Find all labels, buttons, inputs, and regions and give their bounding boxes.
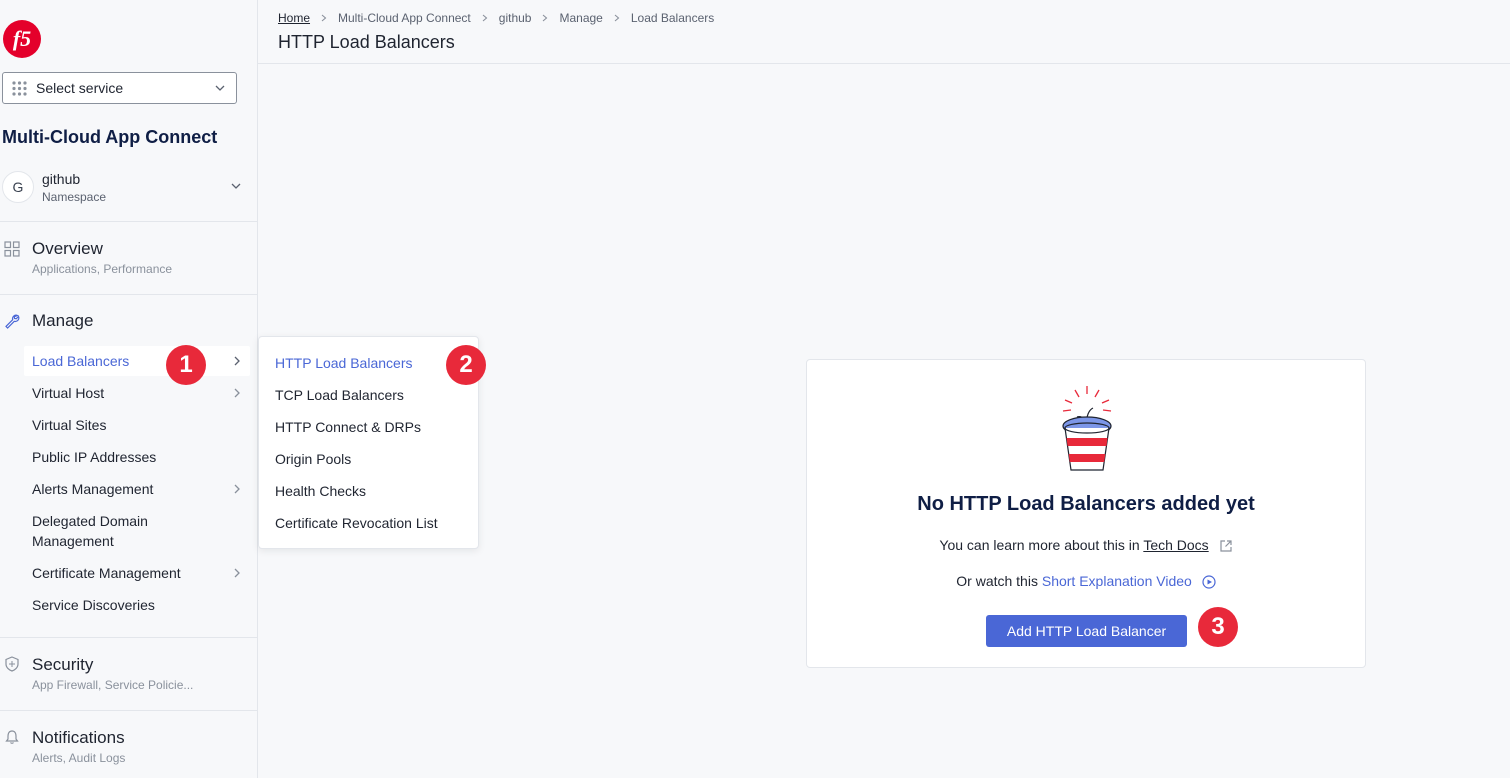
play-circle-icon[interactable]: [1202, 575, 1216, 589]
chevron-right-icon: [234, 484, 240, 494]
sidebar-item-label: Service Discoveries: [32, 597, 155, 613]
wrench-icon: [5, 314, 20, 329]
callout-badge-1: 1: [166, 345, 206, 385]
namespace-name: github: [42, 171, 81, 187]
grid-icon: [4, 241, 20, 257]
apps-grid-icon: [12, 80, 27, 96]
submenu-item-health-checks[interactable]: Health Checks: [275, 483, 366, 499]
app-title: Multi-Cloud App Connect: [2, 127, 218, 147]
chevron-right-icon: [482, 14, 488, 22]
chevron-right-icon: [234, 568, 240, 578]
sidebar-section-security[interactable]: Security App Firewall, Service Policie..…: [0, 638, 257, 710]
sidebar-item-service-discoveries[interactable]: Service Discoveries: [24, 590, 250, 620]
sidebar-section-subtitle: Alerts, Audit Logs: [32, 751, 126, 765]
callout-badge-2: 2: [446, 345, 486, 385]
chevron-right-icon: [234, 388, 240, 398]
chevron-right-icon: [543, 14, 548, 22]
bell-icon: [5, 730, 19, 744]
breadcrumb-home-link[interactable]: Home: [278, 11, 310, 25]
submenu-item-origin-pools[interactable]: Origin Pools: [275, 451, 351, 467]
sidebar-section-subtitle: App Firewall, Service Policie...: [32, 678, 194, 692]
shield-icon: [5, 656, 19, 672]
breadcrumb-item[interactable]: Multi-Cloud App Connect: [338, 11, 471, 25]
tech-docs-link[interactable]: Tech Docs: [1143, 537, 1208, 553]
sidebar-item-certificate-management[interactable]: Certificate Management: [24, 558, 250, 588]
svg-text:f5: f5: [13, 26, 31, 51]
select-service-dropdown[interactable]: Select service: [2, 72, 237, 104]
namespace-avatar: G: [2, 171, 34, 203]
empty-state-video-line: Or watch this Short Explanation Video: [807, 573, 1365, 589]
chevron-right-icon: [321, 14, 327, 22]
sidebar-item-label: Delegated Domain Management: [32, 513, 148, 549]
sidebar-item-label: Virtual Host: [32, 385, 105, 401]
empty-state-heading: No HTTP Load Balancers added yet: [917, 493, 1255, 515]
submenu-item-tcp-load-balancers[interactable]: TCP Load Balancers: [275, 387, 404, 403]
plant-pot-illustration: [1062, 386, 1112, 471]
sidebar-section-subtitle: Applications, Performance: [32, 262, 173, 276]
sidebar: f5 Select service Multi-Cloud App Connec…: [0, 0, 258, 778]
breadcrumb-item[interactable]: github: [499, 11, 532, 25]
sidebar-item-label: Public IP Addresses: [32, 449, 157, 465]
sidebar-item-load-balancers[interactable]: Load Balancers: [24, 346, 250, 376]
sidebar-item-virtual-sites[interactable]: Virtual Sites: [24, 410, 250, 440]
submenu-item-certificate-revocation-list[interactable]: Certificate Revocation List: [275, 515, 438, 531]
sidebar-item-label: Certificate Management: [32, 565, 181, 581]
select-service-label: Select service: [36, 80, 124, 96]
empty-state-card: No HTTP Load Balancers added yet You can…: [806, 359, 1366, 668]
sidebar-item-virtual-host[interactable]: Virtual Host: [24, 378, 250, 408]
namespace-label: Namespace: [42, 190, 107, 204]
f5-logo[interactable]: f5: [2, 19, 42, 59]
breadcrumb: Home Multi-Cloud App Connect github Mana…: [278, 11, 714, 25]
chevron-right-icon: [234, 356, 240, 366]
chevron-right-icon: [614, 14, 620, 22]
page-title: HTTP Load Balancers: [278, 32, 455, 52]
docs-prefix-text: You can learn more about this in: [939, 537, 1140, 553]
callout-badge-3: 3: [1198, 607, 1238, 647]
sidebar-item-delegated-domain-management[interactable]: Delegated Domain Management: [24, 509, 174, 553]
namespace-selector[interactable]: G github Namespace: [0, 165, 257, 221]
page-header: Home Multi-Cloud App Connect github Mana…: [258, 0, 1510, 64]
sidebar-section-title: Overview: [32, 239, 103, 258]
sidebar-section-overview[interactable]: Overview Applications, Performance: [0, 222, 257, 294]
sidebar-section-title: Security: [32, 655, 94, 674]
chevron-down-icon: [215, 85, 225, 91]
sidebar-section-manage[interactable]: Manage: [0, 295, 257, 335]
add-http-load-balancer-button[interactable]: Add HTTP Load Balancer: [986, 615, 1187, 647]
sidebar-section-notifications[interactable]: Notifications Alerts, Audit Logs: [0, 711, 257, 778]
sidebar-item-label: Alerts Management: [32, 481, 154, 497]
breadcrumb-item-current: Load Balancers: [630, 11, 715, 25]
external-link-icon: [1219, 540, 1232, 552]
sidebar-section-title: Manage: [32, 311, 94, 330]
explanation-video-link[interactable]: Short Explanation Video: [1042, 573, 1192, 589]
submenu-item-http-load-balancers[interactable]: HTTP Load Balancers: [275, 355, 412, 371]
submenu-item-http-connect-drps[interactable]: HTTP Connect & DRPs: [275, 419, 421, 435]
sidebar-section-title: Notifications: [32, 728, 125, 747]
video-prefix-text: Or watch this: [956, 573, 1038, 589]
empty-state-docs-line: You can learn more about this in Tech Do…: [807, 537, 1365, 553]
sidebar-item-label: Virtual Sites: [32, 417, 107, 433]
chevron-down-icon: [231, 183, 241, 189]
sidebar-item-public-ip-addresses[interactable]: Public IP Addresses: [24, 442, 250, 472]
sidebar-item-alerts-management[interactable]: Alerts Management: [24, 474, 250, 504]
breadcrumb-item[interactable]: Manage: [559, 11, 602, 25]
sidebar-item-label: Load Balancers: [32, 353, 130, 369]
